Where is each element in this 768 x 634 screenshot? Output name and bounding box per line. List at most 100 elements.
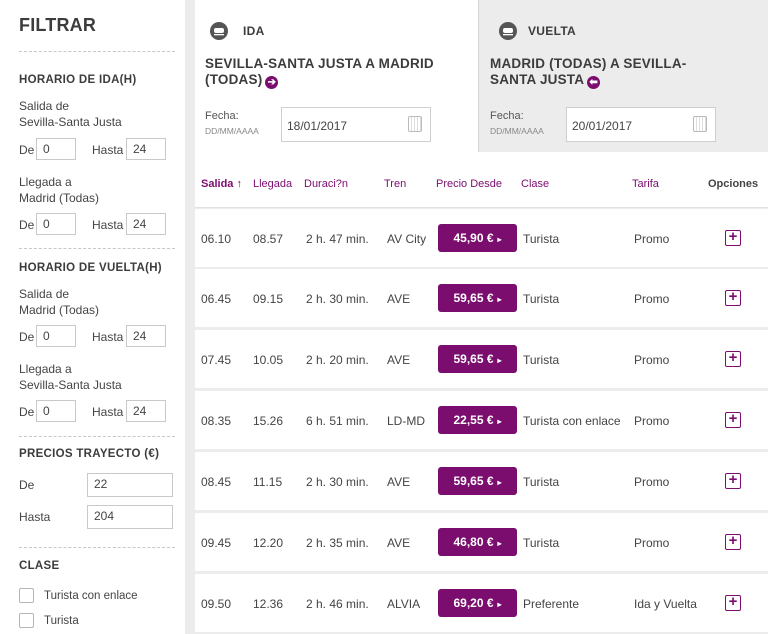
- caret-right-icon: ▸: [497, 478, 502, 487]
- precio-hasta-input[interactable]: 204: [87, 505, 173, 529]
- col-tarifa-header[interactable]: Tarifa: [632, 178, 659, 190]
- plus-icon[interactable]: +: [725, 411, 741, 428]
- salida-ida-de-input[interactable]: 0: [36, 138, 76, 160]
- llegada-vuelta-de-input[interactable]: 0: [36, 400, 76, 422]
- col-opciones-header: Opciones: [708, 178, 759, 190]
- checkbox-turista-con-enlace[interactable]: [19, 588, 34, 603]
- price-button[interactable]: 22,55 € ▸: [438, 406, 517, 434]
- vuelta-date-value: 20/01/2017: [572, 119, 633, 133]
- arrival-time: 15.26: [253, 414, 284, 428]
- vuelta-date-input[interactable]: 20/01/2017: [566, 107, 716, 142]
- de-label: De: [19, 143, 35, 157]
- llegada-ida-label: Llegada a Madrid (Todas): [19, 175, 100, 205]
- salida-vuelta-de-input[interactable]: 0: [36, 325, 76, 347]
- price-button[interactable]: 59,65 € ▸: [438, 345, 517, 373]
- departure-time: 06.10: [201, 232, 232, 246]
- price-value: 45,90 €: [453, 231, 494, 245]
- llegada-ida-hasta-input[interactable]: 24: [126, 213, 166, 235]
- train-type: AVE: [387, 292, 411, 306]
- clase-heading: CLASE: [19, 560, 60, 572]
- train-type: AVE: [387, 475, 411, 489]
- caret-right-icon: ▸: [497, 356, 502, 365]
- de-label: De: [19, 218, 35, 232]
- price-value: 59,65 €: [453, 352, 494, 366]
- horario-vuelta-heading: HORARIO DE VUELTA(H): [19, 262, 162, 274]
- table-row: 07.45 10.05 2 h. 20 min. AVE Turista Promo 59,…: [195, 330, 768, 388]
- tab-ida-label: IDA: [243, 24, 265, 38]
- caret-right-icon: ▸: [497, 600, 502, 609]
- train-type: AV City: [387, 232, 427, 246]
- table-row: 06.10 08.57 2 h. 47 min. AV City Turista Prom…: [195, 209, 768, 267]
- departure-time: 09.45: [201, 536, 232, 550]
- price-button[interactable]: 59,65 € ▸: [438, 284, 517, 312]
- llegada-vuelta-hasta-input[interactable]: 24: [126, 400, 166, 422]
- price-button[interactable]: 59,65 € ▸: [438, 467, 517, 495]
- calendar-icon[interactable]: [693, 116, 707, 132]
- col-clase-header[interactable]: Clase: [521, 178, 549, 190]
- duration: 2 h. 30 min.: [306, 475, 369, 489]
- price-value: 59,65 €: [453, 291, 494, 305]
- divider: [19, 547, 175, 548]
- caret-right-icon: ▸: [497, 417, 502, 426]
- train-icon: [499, 22, 517, 40]
- salida-ida-label: Salida de Sevilla-Santa Justa: [19, 99, 122, 129]
- precio-de-input[interactable]: 22: [87, 473, 173, 497]
- de-label: De: [19, 330, 35, 344]
- fare-type: Promo: [634, 414, 670, 428]
- arrival-time: 08.57: [253, 232, 284, 246]
- train-type: ALVIA: [387, 597, 421, 611]
- precio-de-label: De: [19, 478, 35, 492]
- ida-route-title: SEVILLA-SANTA JUSTA A MADRID (TODAS) ➔: [205, 56, 467, 89]
- ida-route-text: SEVILLA-SANTA JUSTA A MADRID (TODAS): [205, 56, 434, 87]
- llegada-ida-de-input[interactable]: 0: [36, 213, 76, 235]
- arrival-time: 09.15: [253, 292, 284, 306]
- col-salida-header[interactable]: Salida ↑: [201, 178, 242, 190]
- fare-type: Promo: [634, 232, 670, 246]
- plus-icon[interactable]: +: [725, 229, 741, 246]
- results-table-header: Salida ↑ Llegada Duraci?n Tren Precio De…: [195, 152, 768, 208]
- plus-icon[interactable]: +: [725, 472, 741, 489]
- col-llegada-header[interactable]: Llegada: [253, 178, 292, 190]
- price-button[interactable]: 45,90 € ▸: [438, 224, 517, 252]
- filter-sidebar: FILTRAR HORARIO DE IDA(H) Salida de Sevi…: [0, 0, 185, 634]
- col-precio-header[interactable]: Precio Desde: [436, 178, 502, 190]
- col-duracion-header[interactable]: Duraci?n: [304, 178, 348, 190]
- ida-date-input[interactable]: 18/01/2017: [281, 107, 431, 142]
- table-row: 08.35 15.26 6 h. 51 min. LD-MD Turista con e…: [195, 391, 768, 449]
- tab-ida[interactable]: IDA SEVILLA-SANTA JUSTA A MADRID (TODAS)…: [195, 0, 478, 152]
- filter-title: FILTRAR: [19, 15, 97, 35]
- checkbox-turista[interactable]: [19, 613, 34, 628]
- divider: [19, 51, 175, 52]
- train-type: AVE: [387, 353, 411, 367]
- llegada-vuelta-label: Llegada a Sevilla-Santa Justa: [19, 362, 122, 392]
- fare-type: Promo: [634, 475, 670, 489]
- arrival-time: 12.36: [253, 597, 284, 611]
- price-value: 69,20 €: [453, 596, 494, 610]
- de-label: De: [19, 405, 35, 419]
- price-value: 22,55 €: [453, 413, 494, 427]
- tab-vuelta[interactable]: VUELTA MADRID (TODAS) A SEVILLA-SANTA JU…: [478, 0, 768, 152]
- duration: 2 h. 35 min.: [306, 536, 369, 550]
- fecha-format-hint: DD/MM/AAAA: [205, 126, 259, 136]
- plus-icon[interactable]: +: [725, 594, 741, 611]
- col-tren-header[interactable]: Tren: [384, 178, 406, 190]
- clase-option-label: Turista con enlace: [44, 590, 138, 602]
- hasta-label: Hasta: [92, 143, 124, 157]
- train-type: AVE: [387, 536, 411, 550]
- caret-right-icon: ▸: [497, 235, 502, 244]
- price-value: 46,80 €: [453, 535, 494, 549]
- price-button[interactable]: 46,80 € ▸: [438, 528, 517, 556]
- travel-class: Turista: [523, 475, 560, 489]
- salida-vuelta-hasta-input[interactable]: 24: [126, 325, 166, 347]
- duration: 6 h. 51 min.: [306, 414, 369, 428]
- departure-time: 09.50: [201, 597, 232, 611]
- plus-icon[interactable]: +: [725, 533, 741, 550]
- fare-type: Ida y Vuelta: [634, 597, 697, 611]
- salida-ida-hasta-input[interactable]: 24: [126, 138, 166, 160]
- price-button[interactable]: 69,20 € ▸: [438, 589, 517, 617]
- plus-icon[interactable]: +: [725, 350, 741, 367]
- fecha-label: Fecha:: [205, 110, 239, 122]
- plus-icon[interactable]: +: [725, 289, 741, 306]
- calendar-icon[interactable]: [408, 116, 422, 132]
- duration: 2 h. 30 min.: [306, 292, 369, 306]
